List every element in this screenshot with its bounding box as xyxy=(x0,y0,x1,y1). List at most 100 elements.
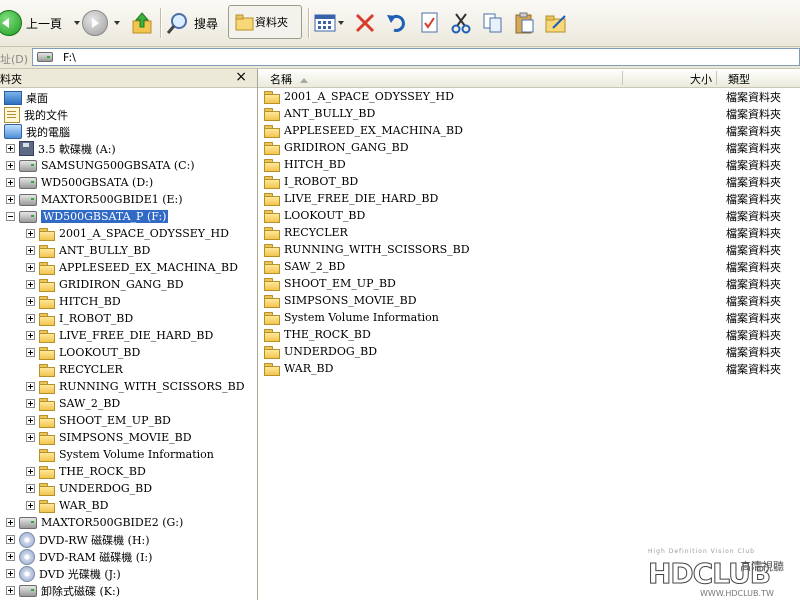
file-row[interactable]: RUNNING_WITH_SCISSORS_BD 檔案資料夾 xyxy=(264,241,800,258)
column-type[interactable]: 類型 xyxy=(728,71,750,87)
expand-icon[interactable] xyxy=(6,178,15,187)
column-name[interactable]: 名稱 xyxy=(270,71,308,87)
tree-item[interactable]: WAR_BD xyxy=(26,497,108,514)
expand-icon[interactable] xyxy=(26,501,35,510)
tree-item[interactable]: SHOOT_EM_UP_BD xyxy=(26,412,171,429)
forward-dropdown-icon[interactable] xyxy=(114,21,120,25)
column-divider[interactable] xyxy=(622,71,623,85)
file-row[interactable]: APPLESEED_EX_MACHINA_BD 檔案資料夾 xyxy=(264,122,800,139)
cut-button[interactable] xyxy=(450,6,472,40)
forward-button[interactable] xyxy=(82,6,120,40)
expand-icon[interactable] xyxy=(26,399,35,408)
copy-button[interactable] xyxy=(482,6,504,40)
views-button[interactable] xyxy=(314,6,344,40)
expand-icon[interactable] xyxy=(26,263,35,272)
expand-icon[interactable] xyxy=(26,382,35,391)
file-row[interactable]: GRIDIRON_GANG_BD 檔案資料夾 xyxy=(264,139,800,156)
search-button[interactable]: 搜尋 xyxy=(166,6,218,40)
expand-icon[interactable] xyxy=(6,569,15,578)
delete-button[interactable] xyxy=(354,6,376,40)
tree-item[interactable]: UNDERDOG_BD xyxy=(26,480,152,497)
tree-item[interactable]: GRIDIRON_GANG_BD xyxy=(26,276,184,293)
close-icon[interactable]: × xyxy=(235,69,247,85)
tree-item[interactable]: 我的文件 xyxy=(4,106,68,123)
file-row[interactable]: SIMPSONS_MOVIE_BD 檔案資料夾 xyxy=(264,292,800,309)
file-name-cell: SAW_2_BD xyxy=(264,260,724,274)
tree-item[interactable]: DVD-RAM 磁碟機 (I:) xyxy=(6,548,152,565)
tree-item[interactable]: System Volume Information xyxy=(26,446,214,463)
expand-icon[interactable] xyxy=(26,467,35,476)
file-row[interactable]: UNDERDOG_BD 檔案資料夾 xyxy=(264,343,800,360)
tree-item[interactable]: 我的電腦 xyxy=(4,123,70,140)
tree-item[interactable]: SAW_2_BD xyxy=(26,395,120,412)
tree-item[interactable]: HITCH_BD xyxy=(26,293,121,310)
tree-item[interactable]: RUNNING_WITH_SCISSORS_BD xyxy=(26,378,245,395)
tree-item[interactable]: DVD-RW 磁碟機 (H:) xyxy=(6,531,150,548)
hard-drive-icon xyxy=(19,516,37,529)
tree-item[interactable]: WD500GBSATA (D:) xyxy=(6,174,153,191)
expand-icon[interactable] xyxy=(26,246,35,255)
tree-item[interactable]: SAMSUNG500GBSATA (C:) xyxy=(6,157,195,174)
tree-item[interactable]: 卸除式磁碟 (K:) xyxy=(6,582,120,599)
expand-icon[interactable] xyxy=(26,229,35,238)
tree-item[interactable]: MAXTOR500GBIDE1 (E:) xyxy=(6,191,183,208)
up-folder-button[interactable] xyxy=(132,6,154,40)
expand-icon[interactable] xyxy=(26,348,35,357)
tree-item[interactable]: LIVE_FREE_DIE_HARD_BD xyxy=(26,327,213,344)
expand-icon[interactable] xyxy=(26,297,35,306)
address-input[interactable]: F:\ xyxy=(32,48,800,66)
tree-item[interactable]: DVD 光碟機 (J:) xyxy=(6,565,121,582)
file-row[interactable]: 2001_A_SPACE_ODYSSEY_HD 檔案資料夾 xyxy=(264,88,800,105)
file-row[interactable]: THE_ROCK_BD 檔案資料夾 xyxy=(264,326,800,343)
tree-item[interactable]: ANT_BULLY_BD xyxy=(26,242,150,259)
file-row[interactable]: SHOOT_EM_UP_BD 檔案資料夾 xyxy=(264,275,800,292)
expand-icon[interactable] xyxy=(26,314,35,323)
tree-item[interactable]: APPLESEED_EX_MACHINA_BD xyxy=(26,259,238,276)
tree-item[interactable]: LOOKOUT_BD xyxy=(26,344,140,361)
expand-icon[interactable] xyxy=(26,433,35,442)
tree-item-label: 2001_A_SPACE_ODYSSEY_HD xyxy=(59,227,229,240)
tree-item[interactable]: 3.5 軟碟機 (A:) xyxy=(6,140,116,157)
tree-item[interactable]: 桌面 xyxy=(4,89,48,106)
paste-button[interactable] xyxy=(514,6,536,40)
back-button[interactable]: 上一頁 xyxy=(0,6,81,40)
folders-button[interactable]: 資料夾 xyxy=(228,5,302,39)
file-row[interactable]: WAR_BD 檔案資料夾 xyxy=(264,360,800,377)
views-dropdown-icon[interactable] xyxy=(338,21,344,25)
tree-item[interactable]: RECYCLER xyxy=(26,361,123,378)
expand-icon[interactable] xyxy=(26,331,35,340)
file-row[interactable]: System Volume Information 檔案資料夾 xyxy=(264,309,800,326)
expand-icon[interactable] xyxy=(26,484,35,493)
file-row[interactable]: LOOKOUT_BD 檔案資料夾 xyxy=(264,207,800,224)
expand-icon[interactable] xyxy=(6,535,15,544)
folder-options-button[interactable] xyxy=(545,6,569,40)
tree-item[interactable]: 2001_A_SPACE_ODYSSEY_HD xyxy=(26,225,229,242)
file-row[interactable]: LIVE_FREE_DIE_HARD_BD 檔案資料夾 xyxy=(264,190,800,207)
expand-icon[interactable] xyxy=(6,552,15,561)
file-row[interactable]: RECYCLER 檔案資料夾 xyxy=(264,224,800,241)
file-row[interactable]: I_ROBOT_BD 檔案資料夾 xyxy=(264,173,800,190)
watermark-logo: High Definition Vision Club HDCLUB 高清視聽 … xyxy=(640,548,800,600)
expand-icon[interactable] xyxy=(26,280,35,289)
expand-icon[interactable] xyxy=(6,144,15,153)
back-dropdown-icon[interactable] xyxy=(74,21,81,25)
file-row[interactable]: HITCH_BD 檔案資料夾 xyxy=(264,156,800,173)
collapse-icon[interactable] xyxy=(6,212,15,221)
expand-icon[interactable] xyxy=(6,586,15,595)
undo-button[interactable] xyxy=(386,6,408,40)
tree-item[interactable]: WD500GBSATA_P (F:) xyxy=(6,208,169,225)
file-row[interactable]: ANT_BULLY_BD 檔案資料夾 xyxy=(264,105,800,122)
tree-item[interactable]: I_ROBOT_BD xyxy=(26,310,133,327)
column-divider[interactable] xyxy=(716,71,717,85)
expand-icon[interactable] xyxy=(26,416,35,425)
tree-item[interactable]: SIMPSONS_MOVIE_BD xyxy=(26,429,192,446)
delete-icon xyxy=(355,13,375,33)
column-size[interactable]: 大小 xyxy=(690,71,712,87)
expand-icon[interactable] xyxy=(6,518,15,527)
properties-button[interactable] xyxy=(420,6,440,40)
expand-icon[interactable] xyxy=(6,195,15,204)
file-row[interactable]: SAW_2_BD 檔案資料夾 xyxy=(264,258,800,275)
expand-icon[interactable] xyxy=(6,161,15,170)
tree-item[interactable]: MAXTOR500GBIDE2 (G:) xyxy=(6,514,183,531)
tree-item[interactable]: THE_ROCK_BD xyxy=(26,463,146,480)
